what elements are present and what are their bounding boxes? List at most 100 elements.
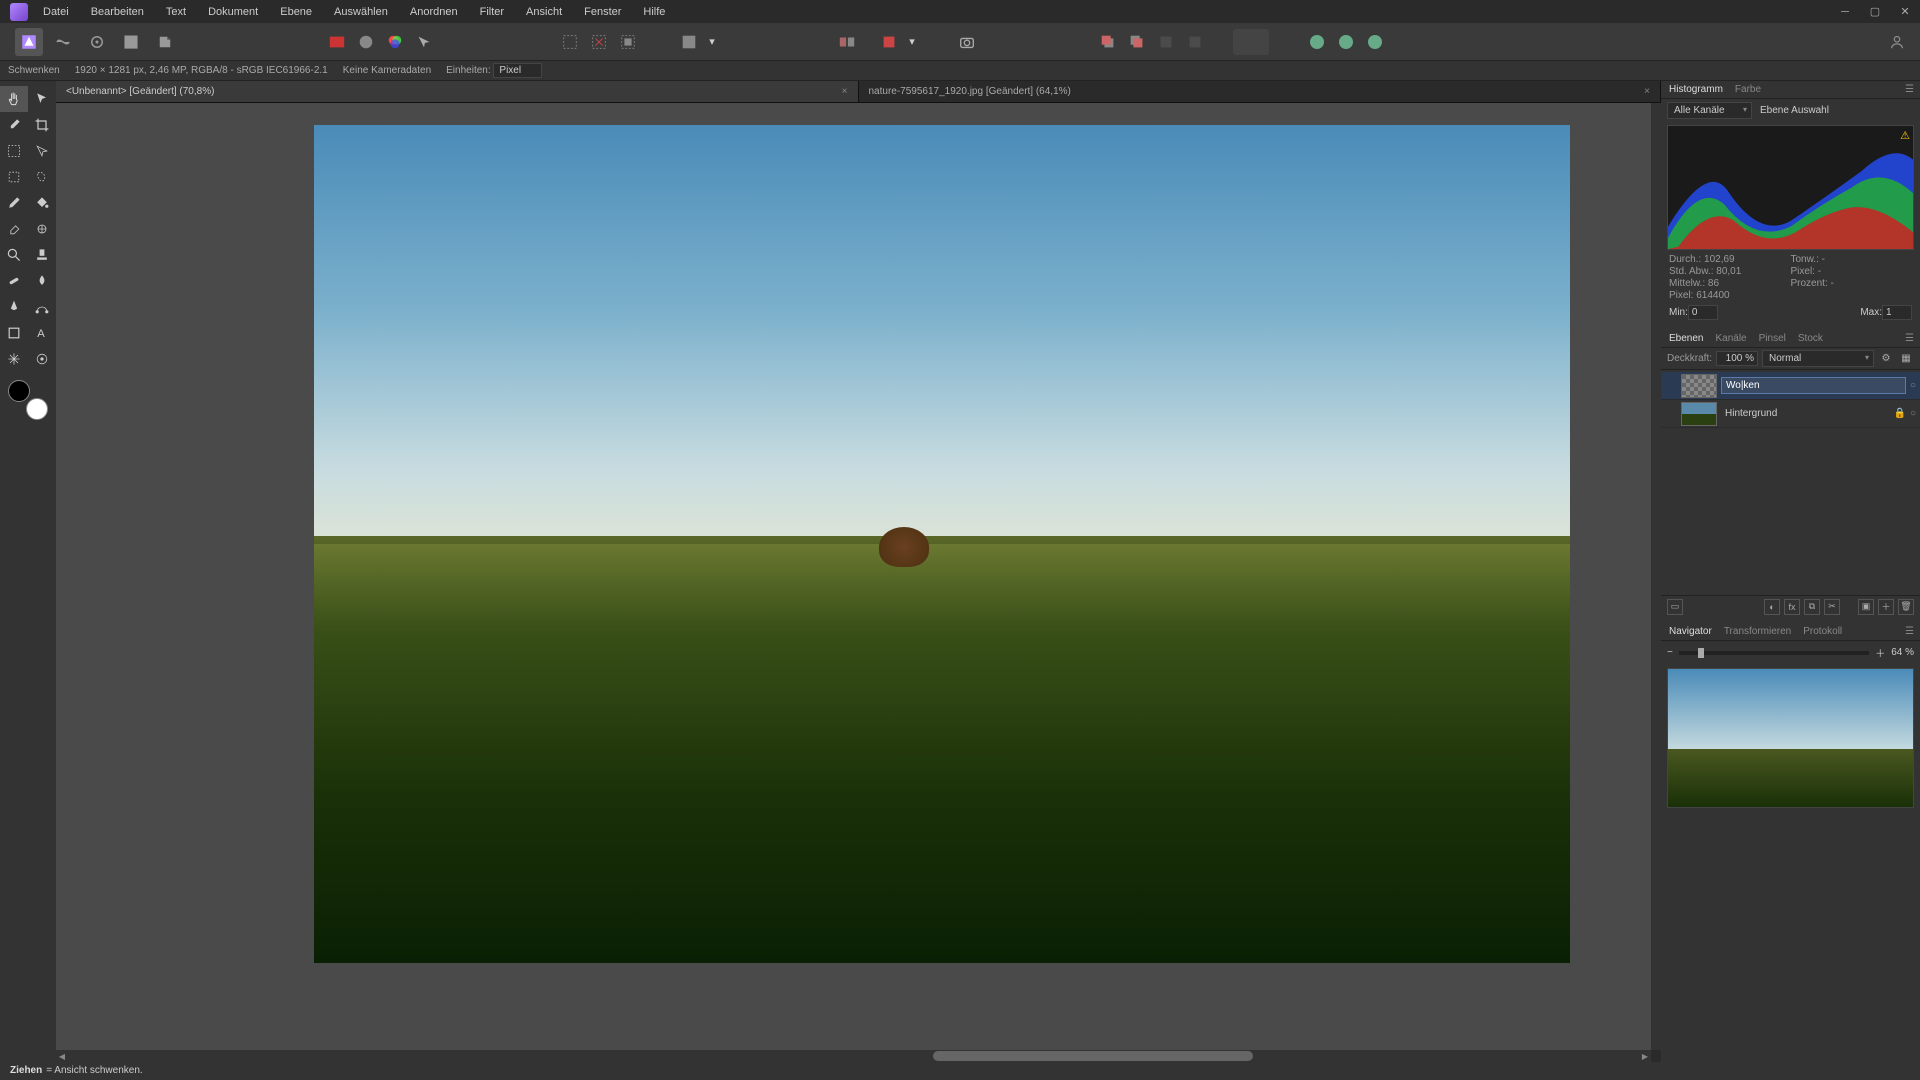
tab-stock[interactable]: Stock <box>1798 333 1823 344</box>
horizontal-scrollbar[interactable]: ◀ ▶ <box>56 1050 1651 1062</box>
arrange-red-icon[interactable] <box>876 29 902 55</box>
pen-tool-icon[interactable] <box>0 294 28 320</box>
delete-layer-button[interactable]: 🗑 <box>1898 599 1914 615</box>
shape-tool-icon[interactable] <box>0 320 28 346</box>
scroll-left-icon[interactable]: ◀ <box>56 1050 68 1062</box>
opacity-input[interactable] <box>1716 351 1758 366</box>
persona-tonemap-icon[interactable] <box>117 28 145 56</box>
quicklook-dropdown-icon[interactable]: ▾ <box>705 29 719 55</box>
tab-history[interactable]: Protokoll <box>1803 626 1842 637</box>
stack-back-icon[interactable] <box>1124 29 1150 55</box>
selection-brush-tool-icon[interactable] <box>0 138 28 164</box>
arrange-dropdown-icon[interactable]: ▾ <box>905 29 919 55</box>
document-canvas[interactable] <box>314 125 1570 963</box>
stack-grey1-icon[interactable] <box>1153 29 1179 55</box>
tab-channels[interactable]: Kanäle <box>1715 333 1746 344</box>
document-tab-1[interactable]: <Unbenannt> [Geändert] (70,8%) × <box>56 81 859 102</box>
selection-rgb-icon[interactable] <box>382 29 408 55</box>
clone-tool-icon[interactable] <box>28 216 56 242</box>
fx-button[interactable]: fx <box>1784 599 1800 615</box>
layer-gear-icon[interactable]: ⚙ <box>1878 351 1894 367</box>
min-input[interactable] <box>1688 305 1718 320</box>
move-tool-icon[interactable] <box>28 86 56 112</box>
panel-menu-icon[interactable]: ☰ <box>1905 84 1914 95</box>
tab-brushes[interactable]: Pinsel <box>1759 333 1786 344</box>
globe-mid-icon[interactable] <box>1333 29 1359 55</box>
text-tool-icon[interactable]: A <box>28 320 56 346</box>
heal-tool-icon[interactable] <box>0 268 28 294</box>
color-picker-tool-icon[interactable] <box>0 112 28 138</box>
hand-tool-icon[interactable] <box>0 86 28 112</box>
persona-photo-icon[interactable] <box>15 28 43 56</box>
marquee-new-icon[interactable] <box>557 29 583 55</box>
marquee-crop-icon[interactable] <box>615 29 641 55</box>
close-icon[interactable]: × <box>842 86 848 97</box>
color-swatch[interactable] <box>8 380 48 420</box>
max-input[interactable] <box>1882 305 1912 320</box>
histo-layer-link[interactable]: Ebene <box>1760 105 1789 116</box>
panel-menu-icon[interactable]: ☰ <box>1905 626 1914 637</box>
mask-button[interactable]: ▭ <box>1667 599 1683 615</box>
visibility-toggle-icon[interactable] <box>1665 380 1677 392</box>
document-tab-2[interactable]: nature-7595617_1920.jpg [Geändert] (64,1… <box>859 81 1662 102</box>
marquee-tool-icon[interactable] <box>0 164 28 190</box>
menu-edit[interactable]: Bearbeiten <box>91 6 144 18</box>
scroll-right-icon[interactable]: ▶ <box>1639 1050 1651 1062</box>
zoom-tool-icon[interactable] <box>0 242 28 268</box>
channels-select[interactable]: Alle Kanäle <box>1667 102 1752 119</box>
tab-navigator[interactable]: Navigator <box>1669 626 1712 637</box>
tab-histogram[interactable]: Histogramm <box>1669 84 1723 95</box>
menu-layer[interactable]: Ebene <box>280 6 312 18</box>
add-layer-button[interactable]: ＋ <box>1878 599 1894 615</box>
stamp-tool-icon[interactable] <box>28 242 56 268</box>
persona-liquify-icon[interactable] <box>49 28 77 56</box>
histo-selection-link[interactable]: Auswahl <box>1791 105 1829 116</box>
menu-view[interactable]: Ansicht <box>526 6 562 18</box>
blur-tool-icon[interactable] <box>28 268 56 294</box>
erase-tool-icon[interactable] <box>0 216 28 242</box>
layer-check-icon[interactable]: ○ <box>1910 408 1916 419</box>
layer-row[interactable]: ○ <box>1661 372 1920 400</box>
crop-tool-icon[interactable] <box>28 112 56 138</box>
persona-develop-icon[interactable] <box>83 28 111 56</box>
window-close-button[interactable]: ✕ <box>1890 0 1920 23</box>
selection-auto-icon[interactable] <box>411 29 437 55</box>
tab-transform[interactable]: Transformieren <box>1724 626 1791 637</box>
node-tool-icon[interactable] <box>28 294 56 320</box>
blend-mode-select[interactable]: Normal <box>1762 350 1874 367</box>
menu-arrange[interactable]: Anordnen <box>410 6 458 18</box>
globe-front-icon[interactable] <box>1362 29 1388 55</box>
menu-help[interactable]: Hilfe <box>643 6 665 18</box>
persona-export-icon[interactable] <box>151 28 179 56</box>
brush-tool-icon[interactable] <box>0 190 28 216</box>
scroll-thumb[interactable] <box>933 1051 1253 1061</box>
zoom-in-button[interactable]: ＋ <box>1875 645 1885 660</box>
units-select[interactable]: Pixel <box>493 63 542 78</box>
group-button[interactable]: ▣ <box>1858 599 1874 615</box>
window-minimize-button[interactable]: ─ <box>1830 0 1860 23</box>
panel-menu-icon[interactable]: ☰ <box>1905 333 1914 344</box>
vertical-scrollbar[interactable] <box>1651 103 1661 1050</box>
crop-layer-button[interactable]: ✂ <box>1824 599 1840 615</box>
assistant-toggle[interactable] <box>1233 29 1269 55</box>
stack-front-icon[interactable] <box>1095 29 1121 55</box>
canvas-viewport[interactable]: ◀ ▶ <box>56 103 1661 1062</box>
selection-red-icon[interactable] <box>324 29 350 55</box>
quicklook-icon[interactable] <box>676 29 702 55</box>
freehand-select-tool-icon[interactable] <box>28 164 56 190</box>
window-maximize-button[interactable]: ▢ <box>1860 0 1890 23</box>
tab-color[interactable]: Farbe <box>1735 84 1761 95</box>
zoom-out-button[interactable]: − <box>1667 647 1673 658</box>
live-filter-button[interactable]: ⧉ <box>1804 599 1820 615</box>
layer-row[interactable]: Hintergrund 🔒○ <box>1661 400 1920 428</box>
navigator-thumbnail[interactable] <box>1667 668 1914 808</box>
menu-file[interactable]: Datei <box>43 6 69 18</box>
layer-check-icon[interactable]: ○ <box>1910 380 1916 391</box>
target-tool-icon[interactable] <box>28 346 56 372</box>
adjust-button[interactable]: ◐ <box>1764 599 1780 615</box>
menu-filter[interactable]: Filter <box>480 6 504 18</box>
visibility-toggle-icon[interactable] <box>1665 408 1677 420</box>
lock-icon[interactable]: 🔒 <box>1894 408 1906 419</box>
fill-tool-icon[interactable] <box>28 190 56 216</box>
selection-grey-icon[interactable] <box>353 29 379 55</box>
